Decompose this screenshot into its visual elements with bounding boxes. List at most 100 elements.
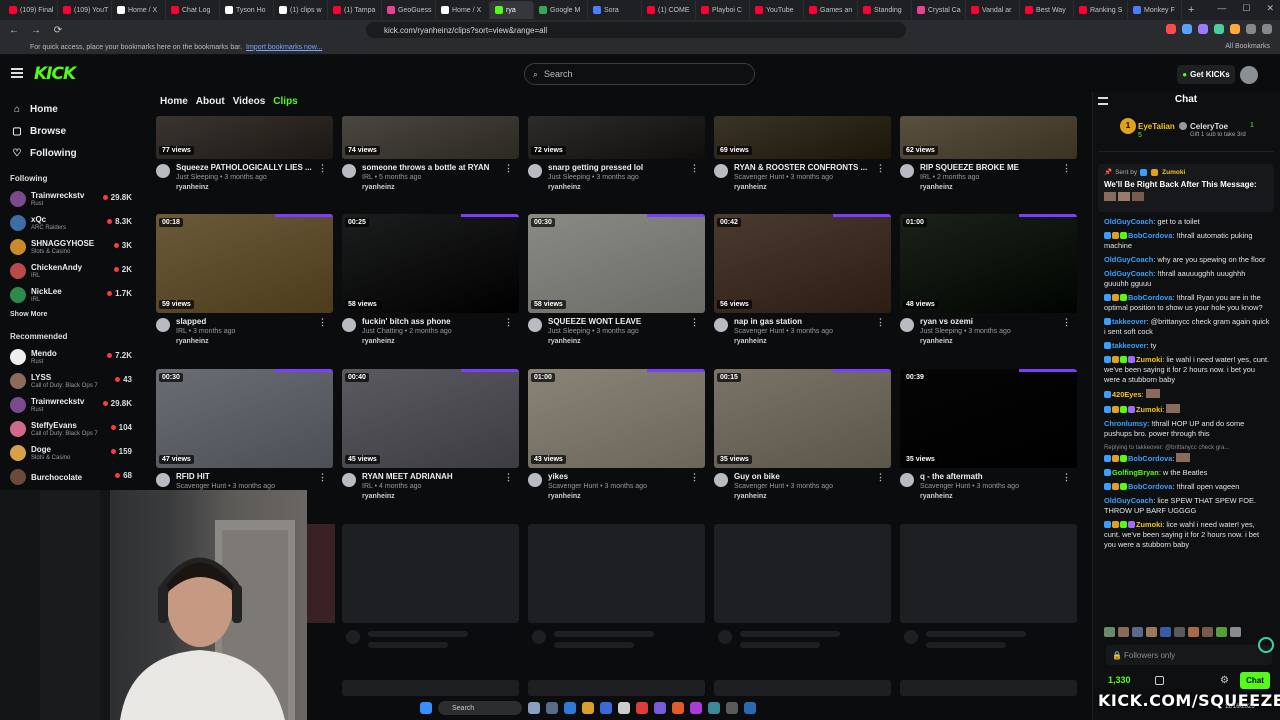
- channel-avatar[interactable]: [342, 318, 356, 332]
- browser-tab[interactable]: Best Way: [1020, 1, 1074, 19]
- chat-username[interactable]: BobCordova: [1128, 231, 1172, 240]
- clip-thumbnail[interactable]: 00:40 45 views: [342, 369, 519, 468]
- clip-category[interactable]: Scavenger Hunt: [920, 483, 970, 490]
- clip-thumbnail[interactable]: 01:00 43 views: [528, 369, 705, 468]
- chat-input[interactable]: 🔒 Followers only: [1106, 645, 1272, 665]
- clip-category[interactable]: Just Sleeping: [176, 174, 218, 181]
- tab-clips[interactable]: Clips: [273, 96, 297, 107]
- chat-username[interactable]: Zumoki: [1136, 405, 1162, 414]
- gifter-name[interactable]: EyeTalian: [1138, 122, 1175, 131]
- more-options-icon[interactable]: ⋮: [1062, 472, 1071, 483]
- clip-thumbnail-partial[interactable]: [307, 524, 335, 623]
- settings-gear-icon[interactable]: ⚙: [1220, 675, 1229, 686]
- browser-tab[interactable]: Crystal Ca: [912, 1, 966, 19]
- clip-card[interactable]: 00:18 59 views slapped IRL • 3 months ago ry…: [156, 214, 333, 345]
- sidebar-channel[interactable]: Burchocolate 68: [0, 465, 142, 489]
- new-tab-button[interactable]: +: [1188, 4, 1194, 16]
- emote-icon[interactable]: [1230, 627, 1241, 637]
- clip-title[interactable]: fuckin' bitch ass phone: [362, 317, 502, 326]
- channel-avatar[interactable]: [900, 473, 914, 487]
- clip-card[interactable]: 77 views Squeeze PATHOLOGICALLY LIES ... J…: [156, 116, 333, 191]
- clip-owner[interactable]: ryanheinz: [548, 338, 688, 345]
- clip-category[interactable]: Scavenger Hunt: [734, 483, 784, 490]
- clip-card[interactable]: 01:00 43 views yikes Scavenger Hunt • 3 mon…: [528, 369, 705, 500]
- pinned-user[interactable]: Zumoki: [1162, 169, 1185, 176]
- brave-icon[interactable]: [672, 702, 684, 714]
- clip-owner[interactable]: ryanheinz: [920, 184, 1060, 191]
- extension-icon[interactable]: [1166, 24, 1176, 34]
- browser-tab[interactable]: GeoGuess: [382, 1, 436, 19]
- emote-icon[interactable]: [1188, 627, 1199, 637]
- sidebar-channel[interactable]: Mendo Rust 7.2K: [0, 345, 142, 369]
- clip-card[interactable]: 00:30 58 views SQUEEZE WONT LEAVE Just Slee…: [528, 214, 705, 345]
- clip-title[interactable]: RYAN MEET ADRIANAH: [362, 472, 502, 481]
- sidebar-channel[interactable]: Trainwreckstv Rust 29.8K: [0, 187, 142, 211]
- edge-icon[interactable]: [564, 702, 576, 714]
- more-options-icon[interactable]: ⋮: [690, 163, 699, 174]
- sidebar-channel[interactable]: ChickenAndy IRL 2K: [0, 259, 142, 283]
- clip-title[interactable]: yikes: [548, 472, 688, 481]
- clip-title[interactable]: RYAN & ROOSTER CONFRONTS ...: [734, 163, 874, 172]
- tab-about[interactable]: About: [196, 96, 225, 107]
- browser-tab[interactable]: rya: [490, 1, 534, 19]
- clip-title[interactable]: SQUEEZE WONT LEAVE: [548, 317, 688, 326]
- emote-icon[interactable]: [1202, 627, 1213, 637]
- more-options-icon[interactable]: ⋮: [876, 317, 885, 328]
- channel-avatar[interactable]: [528, 473, 542, 487]
- clip-category[interactable]: Just Sleeping: [548, 174, 590, 181]
- clip-title[interactable]: someone throws a bottle at RYAN: [362, 163, 502, 172]
- emote-icon[interactable]: [1118, 627, 1129, 637]
- clip-card[interactable]: 72 views snarp getting pressed lol Just Sl…: [528, 116, 705, 191]
- app-icon[interactable]: [600, 702, 612, 714]
- clip-category[interactable]: Scavenger Hunt: [176, 483, 226, 490]
- clip-owner[interactable]: ryanheinz: [734, 338, 874, 345]
- more-options-icon[interactable]: ⋮: [504, 163, 513, 174]
- sidebar-nav-home[interactable]: ⌂ Home: [0, 98, 142, 120]
- clip-owner[interactable]: ryanheinz: [920, 338, 1060, 345]
- clip-title[interactable]: snarp getting pressed lol: [548, 163, 688, 172]
- clip-category[interactable]: Scavenger Hunt: [548, 483, 598, 490]
- kick-logo[interactable]: KICK: [34, 64, 76, 84]
- chat-username[interactable]: BobCordova: [1128, 454, 1172, 463]
- browser-tab[interactable]: Vandal ar: [966, 1, 1020, 19]
- clip-thumbnail[interactable]: 72 views: [528, 116, 705, 159]
- clip-owner[interactable]: ryanheinz: [176, 184, 316, 191]
- sidebar-channel[interactable]: Trainwreckstv Rust 29.8K: [0, 393, 142, 417]
- more-options-icon[interactable]: ⋮: [690, 317, 699, 328]
- more-options-icon[interactable]: ⋮: [318, 472, 327, 483]
- maximize-icon[interactable]: ☐: [1242, 3, 1250, 14]
- channel-avatar[interactable]: [528, 164, 542, 178]
- clip-card[interactable]: 00:39 35 views q - the aftermath Scavenger …: [900, 369, 1077, 500]
- clip-owner[interactable]: ryanheinz: [176, 338, 316, 345]
- chat-username[interactable]: takkeover: [1112, 317, 1147, 326]
- clip-category[interactable]: IRL: [362, 174, 373, 181]
- clip-category[interactable]: Just Sleeping: [548, 328, 590, 335]
- clip-category[interactable]: IRL: [176, 328, 187, 335]
- browser-tab[interactable]: Home / X: [436, 1, 490, 19]
- browser-tab[interactable]: (1) Tampa: [328, 1, 382, 19]
- chat-username[interactable]: Zumoki: [1136, 520, 1162, 529]
- forward-icon[interactable]: →: [28, 25, 44, 36]
- clip-category[interactable]: Scavenger Hunt: [734, 328, 784, 335]
- import-bookmarks-link[interactable]: Import bookmarks now...: [246, 44, 322, 51]
- browser-tab[interactable]: Games an: [804, 1, 858, 19]
- steam-icon[interactable]: [744, 702, 756, 714]
- chat-username[interactable]: OldGuyCoach: [1104, 269, 1153, 278]
- app-icon[interactable]: [708, 702, 720, 714]
- tab-videos[interactable]: Videos: [233, 96, 266, 107]
- channel-avatar[interactable]: [714, 164, 728, 178]
- sidebar-channel[interactable]: xQc ARC Raiders 8.3K: [0, 211, 142, 235]
- clip-card[interactable]: 69 views RYAN & ROOSTER CONFRONTS ... Scav…: [714, 116, 891, 191]
- clip-thumbnail[interactable]: 00:15 35 views: [714, 369, 891, 468]
- app-icon[interactable]: [546, 702, 558, 714]
- chat-username[interactable]: Chronlumsy: [1104, 419, 1147, 428]
- more-options-icon[interactable]: ⋮: [504, 317, 513, 328]
- channel-points[interactable]: 1,330: [1108, 675, 1131, 685]
- clip-thumbnail[interactable]: 00:30 58 views: [528, 214, 705, 313]
- app-icon[interactable]: [654, 702, 666, 714]
- taskbar-search[interactable]: Search: [438, 701, 522, 715]
- browser-tab[interactable]: Monkey F: [1128, 1, 1182, 19]
- more-options-icon[interactable]: ⋮: [1062, 163, 1071, 174]
- more-options-icon[interactable]: ⋮: [876, 163, 885, 174]
- clip-owner[interactable]: ryanheinz: [362, 184, 502, 191]
